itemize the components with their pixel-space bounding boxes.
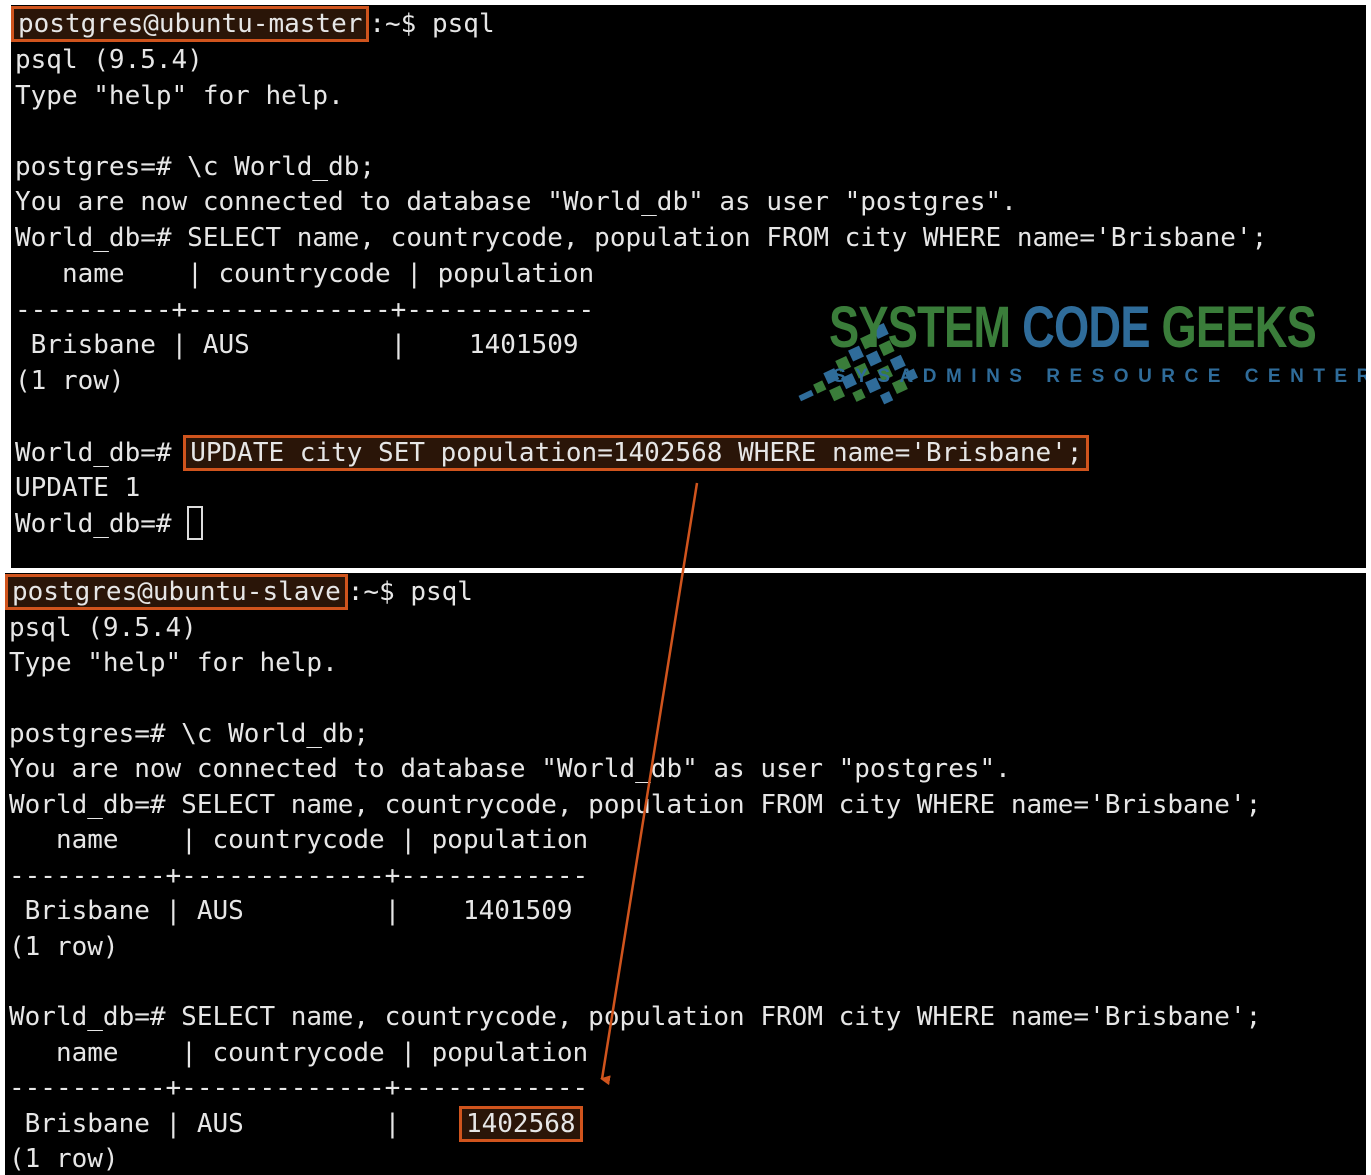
master-final-prompt: World_db=# (15, 509, 172, 539)
master-select-command: World_db=# SELECT name, countrycode, pop… (15, 223, 1268, 253)
logo-title-system: SYSTEM (829, 295, 1023, 360)
slave-table-separator-2: ----------+-------------+------------ (9, 1073, 589, 1103)
terminal-cursor (187, 505, 204, 540)
slave-table-header-2: name | countrycode | population (9, 1038, 589, 1068)
master-update-result: UPDATE 1 (15, 473, 141, 503)
logo-title-code: CODE (1022, 295, 1162, 360)
slave-table-row-2: Brisbane | AUS | 1402568 (9, 1106, 583, 1142)
master-row-count: (1 row) (15, 366, 125, 396)
logo-title-geeks: GEEKS (1161, 295, 1317, 360)
master-update-line: World_db=# UPDATE city SET population=14… (15, 435, 1090, 471)
slave-prompt-command: :~$ psql (347, 577, 473, 607)
master-prompt-line: postgres@ubuntu-master:~$ psql (11, 6, 495, 42)
master-update-command-highlight: UPDATE city SET population=1402568 WHERE… (183, 435, 1090, 471)
slave-host-highlight: postgres@ubuntu-slave (5, 574, 348, 610)
slave-select-command-1: World_db=# SELECT name, countrycode, pop… (9, 790, 1262, 820)
slave-row-count-1: (1 row) (9, 932, 119, 962)
master-table-header: name | countrycode | population (15, 259, 595, 289)
slave-help-line: Type "help" for help. (9, 648, 338, 678)
master-host-highlight: postgres@ubuntu-master (11, 6, 370, 42)
logo-title: SYSTEM CODE GEEKS (829, 294, 1317, 361)
screenshot-canvas: postgres@ubuntu-master:~$ psql psql (9.5… (0, 0, 1371, 1175)
slave-terminal[interactable]: postgres@ubuntu-slave:~$ psql psql (9.5.… (5, 573, 1366, 1175)
slave-connected-message: You are now connected to database "World… (9, 754, 1011, 784)
slave-select-command-2: World_db=# SELECT name, countrycode, pop… (9, 1002, 1262, 1032)
master-prompt-command: :~$ psql (369, 9, 495, 39)
slave-version-line: psql (9.5.4) (9, 613, 197, 643)
master-update-prompt: World_db=# (15, 438, 172, 468)
master-final-prompt-line[interactable]: World_db=# (15, 505, 204, 541)
slave-table-row-2-prefix: Brisbane | AUS | (9, 1109, 463, 1139)
updated-population-highlight: 1402568 (458, 1106, 583, 1142)
master-table-separator: ----------+-------------+------------ (15, 295, 595, 325)
slave-connect-command: postgres=# \c World_db; (9, 719, 370, 749)
master-connected-message: You are now connected to database "World… (15, 187, 1017, 217)
master-help-line: Type "help" for help. (15, 81, 344, 111)
logo-subtitle: SYSADMINS RESOURCE CENTER (833, 366, 1366, 387)
slave-row-count-2: (1 row) (9, 1144, 119, 1174)
master-version-line: psql (9.5.4) (15, 45, 203, 75)
slave-table-header-1: name | countrycode | population (9, 825, 589, 855)
master-table-row: Brisbane | AUS | 1401509 (15, 330, 579, 360)
slave-table-separator-1: ----------+-------------+------------ (9, 861, 589, 891)
master-terminal[interactable]: postgres@ubuntu-master:~$ psql psql (9.5… (11, 5, 1366, 568)
slave-prompt-line: postgres@ubuntu-slave:~$ psql (5, 574, 473, 610)
system-code-geeks-logo: SYSTEM CODE GEEKS SYSADMINS RESOURCE CEN… (691, 290, 1366, 405)
slave-table-row-1: Brisbane | AUS | 1401509 (9, 896, 573, 926)
master-connect-command: postgres=# \c World_db; (15, 152, 376, 182)
